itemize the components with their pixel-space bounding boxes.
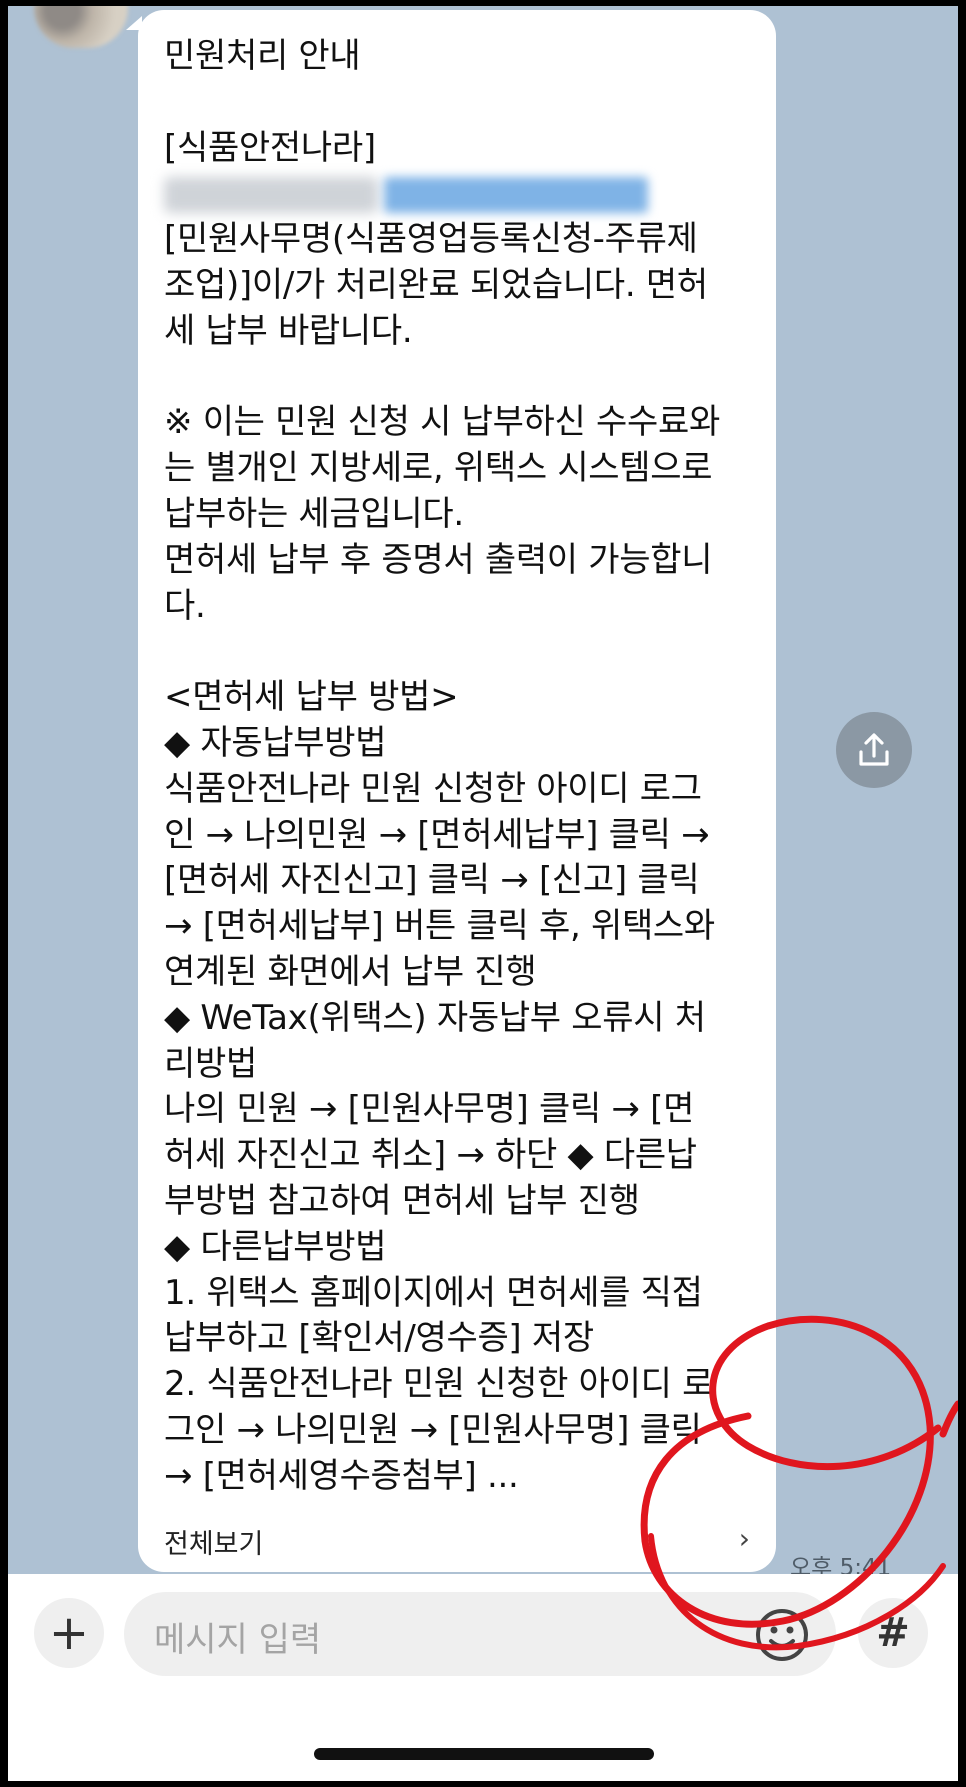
redacted-receipt-number: [384, 176, 648, 213]
redacted-receipt-label: [164, 176, 378, 213]
sender-avatar[interactable]: [34, 6, 128, 48]
home-indicator: [314, 1748, 654, 1760]
share-upload-icon: [859, 733, 889, 766]
message-input-placeholder: 메시지 입력: [154, 1620, 322, 1660]
message-composer: + 메시지 입력 #: [8, 1574, 958, 1781]
view-all-link[interactable]: 전체보기: [164, 1522, 263, 1561]
message-site: [식품안전나라]: [164, 127, 376, 168]
message-text: 민원처리 안내 [식품안전나라] [민원사무명(식품영업등록신청-주류제 조업)…: [164, 34, 764, 1500]
chat-screen: 민원처리 안내 [식품안전나라] [민원사무명(식품영업등록신청-주류제 조업)…: [8, 6, 958, 1781]
share-button[interactable]: [836, 712, 912, 788]
message-bubble[interactable]: 민원처리 안내 [식품안전나라] [민원사무명(식품영업등록신청-주류제 조업)…: [138, 10, 776, 1572]
attach-button[interactable]: +: [34, 1598, 104, 1668]
message-title: 민원처리 안내: [164, 36, 361, 76]
emoji-icon[interactable]: [752, 1605, 812, 1665]
chevron-right-icon[interactable]: ›: [739, 1522, 750, 1555]
message-body: [민원사무명(식품영업등록신청-주류제 조업)]이/가 처리완료 되었습니다. …: [164, 219, 720, 1496]
hashtag-button[interactable]: #: [858, 1598, 928, 1668]
message-input[interactable]: 메시지 입력: [124, 1592, 836, 1676]
